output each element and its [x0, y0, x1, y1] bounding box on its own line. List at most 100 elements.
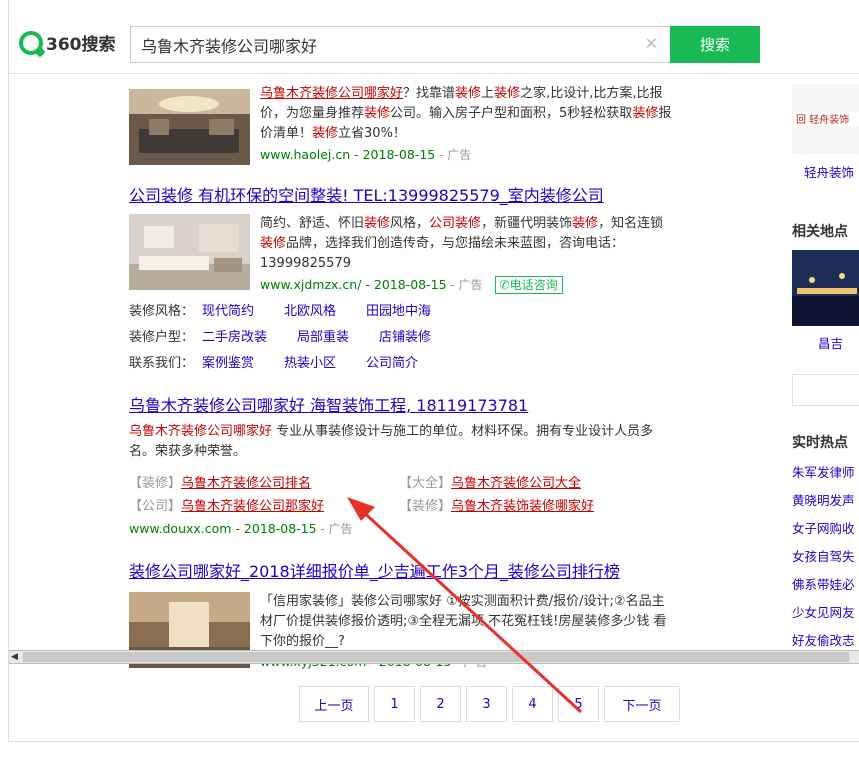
- sitelink-label: 装修户型：: [129, 330, 195, 345]
- horizontal-scrollbar[interactable]: ◀: [9, 650, 859, 664]
- sub-link-tag: 【大全】: [399, 476, 452, 491]
- hot-topic[interactable]: 朱军发律师: [792, 459, 855, 487]
- pagination: 上一页 1 2 3 4 5 下一页: [299, 686, 685, 722]
- sitelink-row: 装修风格： 现代简约 北欧风格 田园地中海: [129, 300, 453, 319]
- hot-topics-title: 实时热点: [792, 435, 848, 451]
- prev-page-button[interactable]: 上一页: [299, 686, 369, 722]
- result-2-thumbnail[interactable]: [129, 214, 250, 290]
- hot-topic[interactable]: 佛系带娃必: [792, 571, 855, 599]
- sub-link-text[interactable]: 乌鲁木齐装修公司那家好: [181, 499, 324, 514]
- result-1-desc: 乌鲁木齐装修公司哪家好？找靠谱装修上装修之家,比设计,比方案,比报价，为您量身推…: [260, 84, 672, 166]
- page-5-button[interactable]: 5: [558, 686, 599, 722]
- ad-label: - 广告: [446, 278, 483, 292]
- sub-link: 【装修】乌鲁木齐装修公司排名: [129, 472, 311, 491]
- desc-highlight: 装修: [364, 216, 391, 231]
- result-title[interactable]: 公司装修 有机环保的空间整装! TEL:13999825579_室内装修公司: [129, 182, 604, 206]
- search-header: 360搜索 ✕ 搜索: [9, 0, 859, 74]
- hot-topic[interactable]: 女孩自驾失: [792, 543, 855, 571]
- scroll-left-icon[interactable]: ◀: [11, 652, 18, 662]
- result-url[interactable]: www.haolej.cn - 2018-08-15: [260, 147, 435, 162]
- hot-topic[interactable]: 少女见网友: [792, 599, 855, 627]
- hot-topics-list: 朱军发律师 黄晓明发声 女子网购收 女孩自驾失 佛系带娃必 少女见网友 好友偷改…: [792, 459, 855, 655]
- page-3-button[interactable]: 3: [466, 686, 507, 722]
- sitelink[interactable]: 案例鉴赏: [202, 356, 254, 371]
- result-3: 乌鲁木齐装修公司哪家好 海智装饰工程, 18119173781 乌鲁木齐装修公司…: [129, 386, 674, 536]
- page-2-button[interactable]: 2: [420, 686, 461, 722]
- desc-highlight: 装修: [364, 106, 391, 121]
- desc-text: ？找靠谱: [403, 86, 456, 101]
- result-2-desc: 简约、舒适、怀旧装修风格，公司装修，新疆代明装饰装修，知名连锁装修品牌，选择我们…: [260, 214, 672, 296]
- related-places-title: 相关地点: [792, 224, 848, 240]
- close-icon[interactable]: ✕: [645, 34, 658, 53]
- desc-highlight: 装修: [494, 86, 521, 101]
- desc-highlight: 乌鲁木齐装修公司哪家好: [129, 424, 273, 439]
- scrollbar-thumb[interactable]: [23, 652, 849, 662]
- brand-name[interactable]: 轻舟装饰: [804, 162, 854, 181]
- sitelink[interactable]: 北欧风格: [284, 304, 336, 319]
- place-image[interactable]: [792, 250, 859, 326]
- phone-icon: ✆: [499, 278, 510, 292]
- logo-text: 360搜索: [46, 35, 116, 55]
- desc-highlight: 装修: [632, 106, 659, 121]
- logo[interactable]: 360搜索: [19, 30, 116, 55]
- sub-link: 【公司】乌鲁木齐装修公司那家好: [129, 495, 324, 514]
- results-list: 乌鲁木齐装修公司哪家好？找靠谱装修上装修之家,比设计,比方案,比报价，为您量身推…: [129, 78, 674, 669]
- search-box[interactable]: ✕: [130, 26, 670, 63]
- sitelink[interactable]: 二手房改装: [202, 330, 267, 345]
- desc-text: 简约、舒适、怀旧: [260, 216, 365, 231]
- sidebar-box: [792, 374, 859, 406]
- sitelink-row: 联系我们： 案例鉴赏 热装小区 公司简介: [129, 352, 440, 371]
- sub-link: 【装修】乌鲁木齐装饰装修哪家好: [399, 495, 594, 514]
- search-button[interactable]: 搜索: [670, 26, 760, 63]
- sub-link: 【大全】乌鲁木齐装修公司大全: [399, 472, 581, 491]
- svg-text:回 轻舟装饰: 回 轻舟装饰: [796, 113, 849, 126]
- hot-topic[interactable]: 女子网购收: [792, 515, 855, 543]
- desc-text: ，知名连锁: [598, 216, 664, 231]
- sitelink[interactable]: 局部重装: [297, 330, 349, 345]
- search-input[interactable]: [131, 27, 631, 62]
- sitelink-label: 联系我们：: [129, 356, 195, 371]
- desc-text: 「信用家装修」装修公司哪家好 ①按实测面积计费/报价/设计;②名品主材厂价提供装…: [260, 594, 667, 649]
- hot-topic[interactable]: 黄晓明发声: [792, 487, 855, 515]
- phone-consult-label: 电话咨询: [509, 278, 558, 292]
- result-1-thumbnail[interactable]: [129, 89, 250, 165]
- sitelink[interactable]: 热装小区: [284, 356, 336, 371]
- result-title[interactable]: 装修公司哪家好_2018详细报价单_少吉遍工作3个月_装修公司排行榜: [129, 558, 620, 582]
- sitelink-label: 装修风格：: [129, 304, 195, 319]
- desc-highlight: 装修: [455, 86, 482, 101]
- desc-text: 上: [481, 86, 495, 101]
- desc-highlight: 公司装修: [429, 216, 482, 231]
- result-4: 装修公司哪家好_2018详细报价单_少吉遍工作3个月_装修公司排行榜 「信用家装…: [129, 534, 674, 669]
- browser-frame: 360搜索 ✕ 搜索 乌鲁木齐装修公司哪家好？找靠谱装修上装修之家,比设计,比方…: [8, 0, 859, 742]
- desc-text: 立省30%！: [338, 126, 406, 141]
- sitelink-row: 装修户型： 二手房改装 局部重装 店铺装修: [129, 326, 453, 345]
- sitelink[interactable]: 店铺装修: [379, 330, 431, 345]
- desc-text: ，新疆代明装饰: [481, 216, 573, 231]
- logo-icon: [19, 30, 43, 55]
- desc-highlight: 装修: [260, 236, 287, 251]
- sub-link-text[interactable]: 乌鲁木齐装修公司排名: [181, 476, 311, 491]
- sitelink[interactable]: 公司简介: [366, 356, 418, 371]
- desc-text: 品牌，选择我们创造传奇，与您描绘未来蓝图，咨询电话：13999825579: [260, 236, 625, 271]
- sitelink[interactable]: 田园地中海: [366, 304, 431, 319]
- desc-text: 风格，: [390, 216, 430, 231]
- sub-link-text[interactable]: 乌鲁木齐装修公司大全: [451, 476, 581, 491]
- result-title[interactable]: 乌鲁木齐装修公司哪家好 海智装饰工程, 18119173781: [129, 392, 528, 416]
- desc-highlight: 装修: [572, 216, 599, 231]
- phone-consult-button[interactable]: ✆电话咨询: [494, 276, 563, 294]
- sub-link-tag: 【装修】: [399, 499, 452, 514]
- desc-text: 公司。输入房子户型和面积，5秒轻松获取: [390, 106, 633, 121]
- sub-link-tag: 【装修】: [129, 476, 182, 491]
- page-4-button[interactable]: 4: [512, 686, 553, 722]
- result-url[interactable]: www.xjdmzx.cn/ - 2018-08-15: [260, 277, 447, 292]
- next-page-button[interactable]: 下一页: [604, 686, 680, 722]
- sub-link-text[interactable]: 乌鲁木齐装饰装修哪家好: [451, 499, 594, 514]
- ad-label: - 广告: [435, 148, 472, 162]
- sub-link-tag: 【公司】: [129, 499, 182, 514]
- desc-highlight[interactable]: 乌鲁木齐装修公司哪家好: [260, 86, 403, 101]
- sitelink[interactable]: 现代简约: [202, 304, 254, 319]
- result-2: 公司装修 有机环保的空间整装! TEL:13999825579_室内装修公司 简…: [129, 174, 674, 386]
- page-1-button[interactable]: 1: [374, 686, 415, 722]
- brand-logo[interactable]: 回 轻舟装饰: [792, 84, 859, 154]
- place-name[interactable]: 昌吉: [818, 333, 843, 352]
